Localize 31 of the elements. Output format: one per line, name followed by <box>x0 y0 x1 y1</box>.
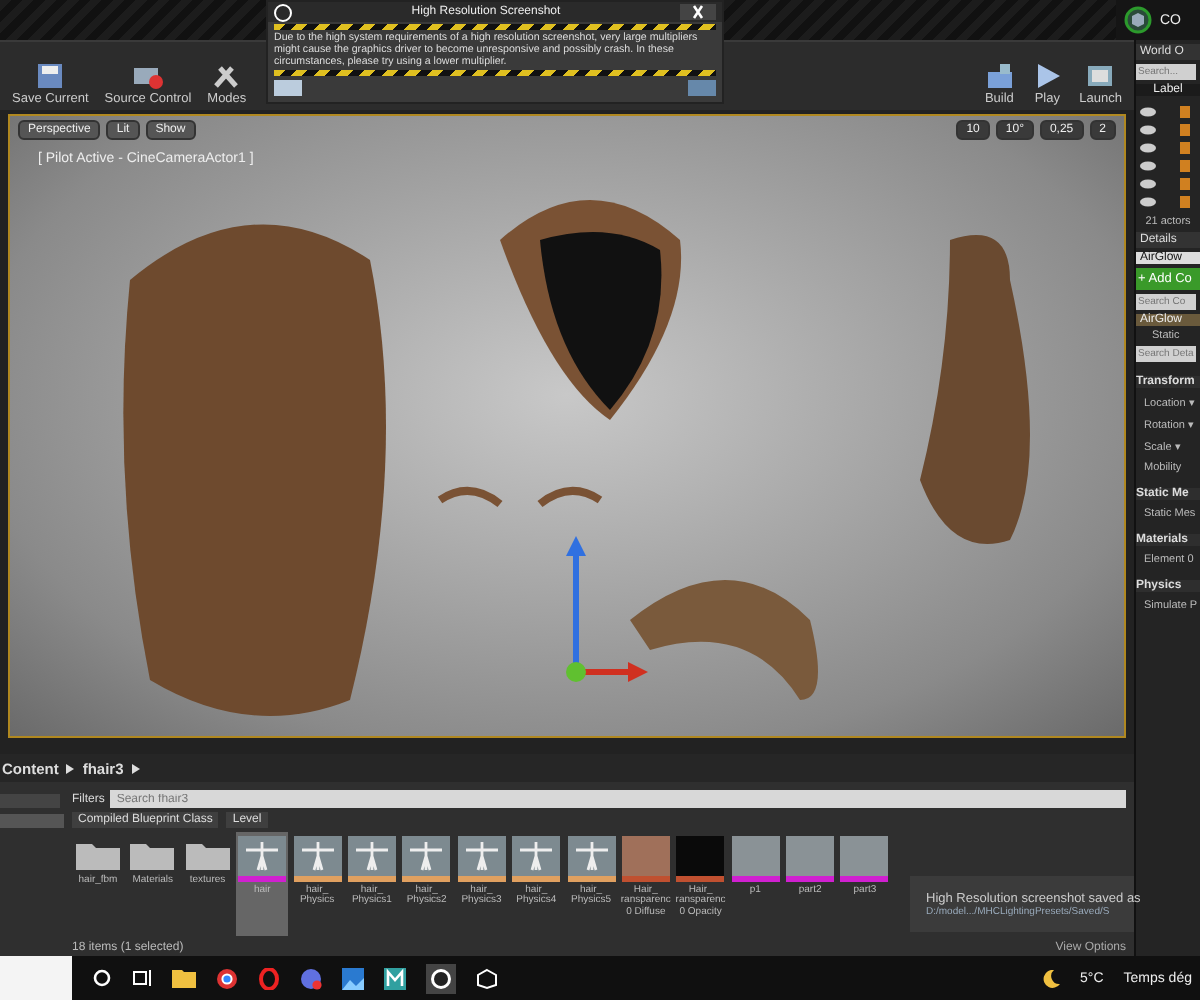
asset-thumbnail <box>293 836 342 883</box>
close-icon[interactable] <box>680 4 716 20</box>
asset-thumbnail <box>621 836 670 883</box>
asset-thumbnail <box>402 836 451 883</box>
folder-icon[interactable] <box>172 968 196 988</box>
asset-thumbnail <box>840 836 889 883</box>
chevron-icon[interactable] <box>66 763 75 774</box>
search-field[interactable] <box>0 956 72 1000</box>
asset-thumbnail <box>676 836 725 883</box>
tools-icon <box>210 61 243 90</box>
asset-thumbnail <box>238 836 287 883</box>
task-view-icon[interactable] <box>132 968 152 988</box>
eye-icons-drawing[interactable] <box>1136 100 1196 212</box>
asset-thumbnail <box>731 836 780 883</box>
app-icon[interactable] <box>384 967 406 989</box>
asset-thumbnail <box>347 836 396 883</box>
search-icon[interactable] <box>92 968 112 988</box>
cube-icon[interactable] <box>1124 6 1152 34</box>
asset-thumbnail <box>457 836 506 883</box>
asset-thumbnail <box>786 836 835 883</box>
asset-thumbnail <box>512 836 561 883</box>
launch-icon <box>1084 61 1117 90</box>
engine-logo-icon[interactable] <box>426 963 456 993</box>
chat-icon[interactable] <box>300 967 322 989</box>
build-icon <box>983 61 1016 90</box>
moon-icon <box>1042 969 1060 987</box>
asset-thumbnail <box>567 836 616 883</box>
browser-icon[interactable] <box>216 967 238 989</box>
chevron-icon[interactable] <box>131 763 140 774</box>
engine-logo-icon <box>274 3 292 21</box>
image-icon[interactable] <box>342 967 364 989</box>
